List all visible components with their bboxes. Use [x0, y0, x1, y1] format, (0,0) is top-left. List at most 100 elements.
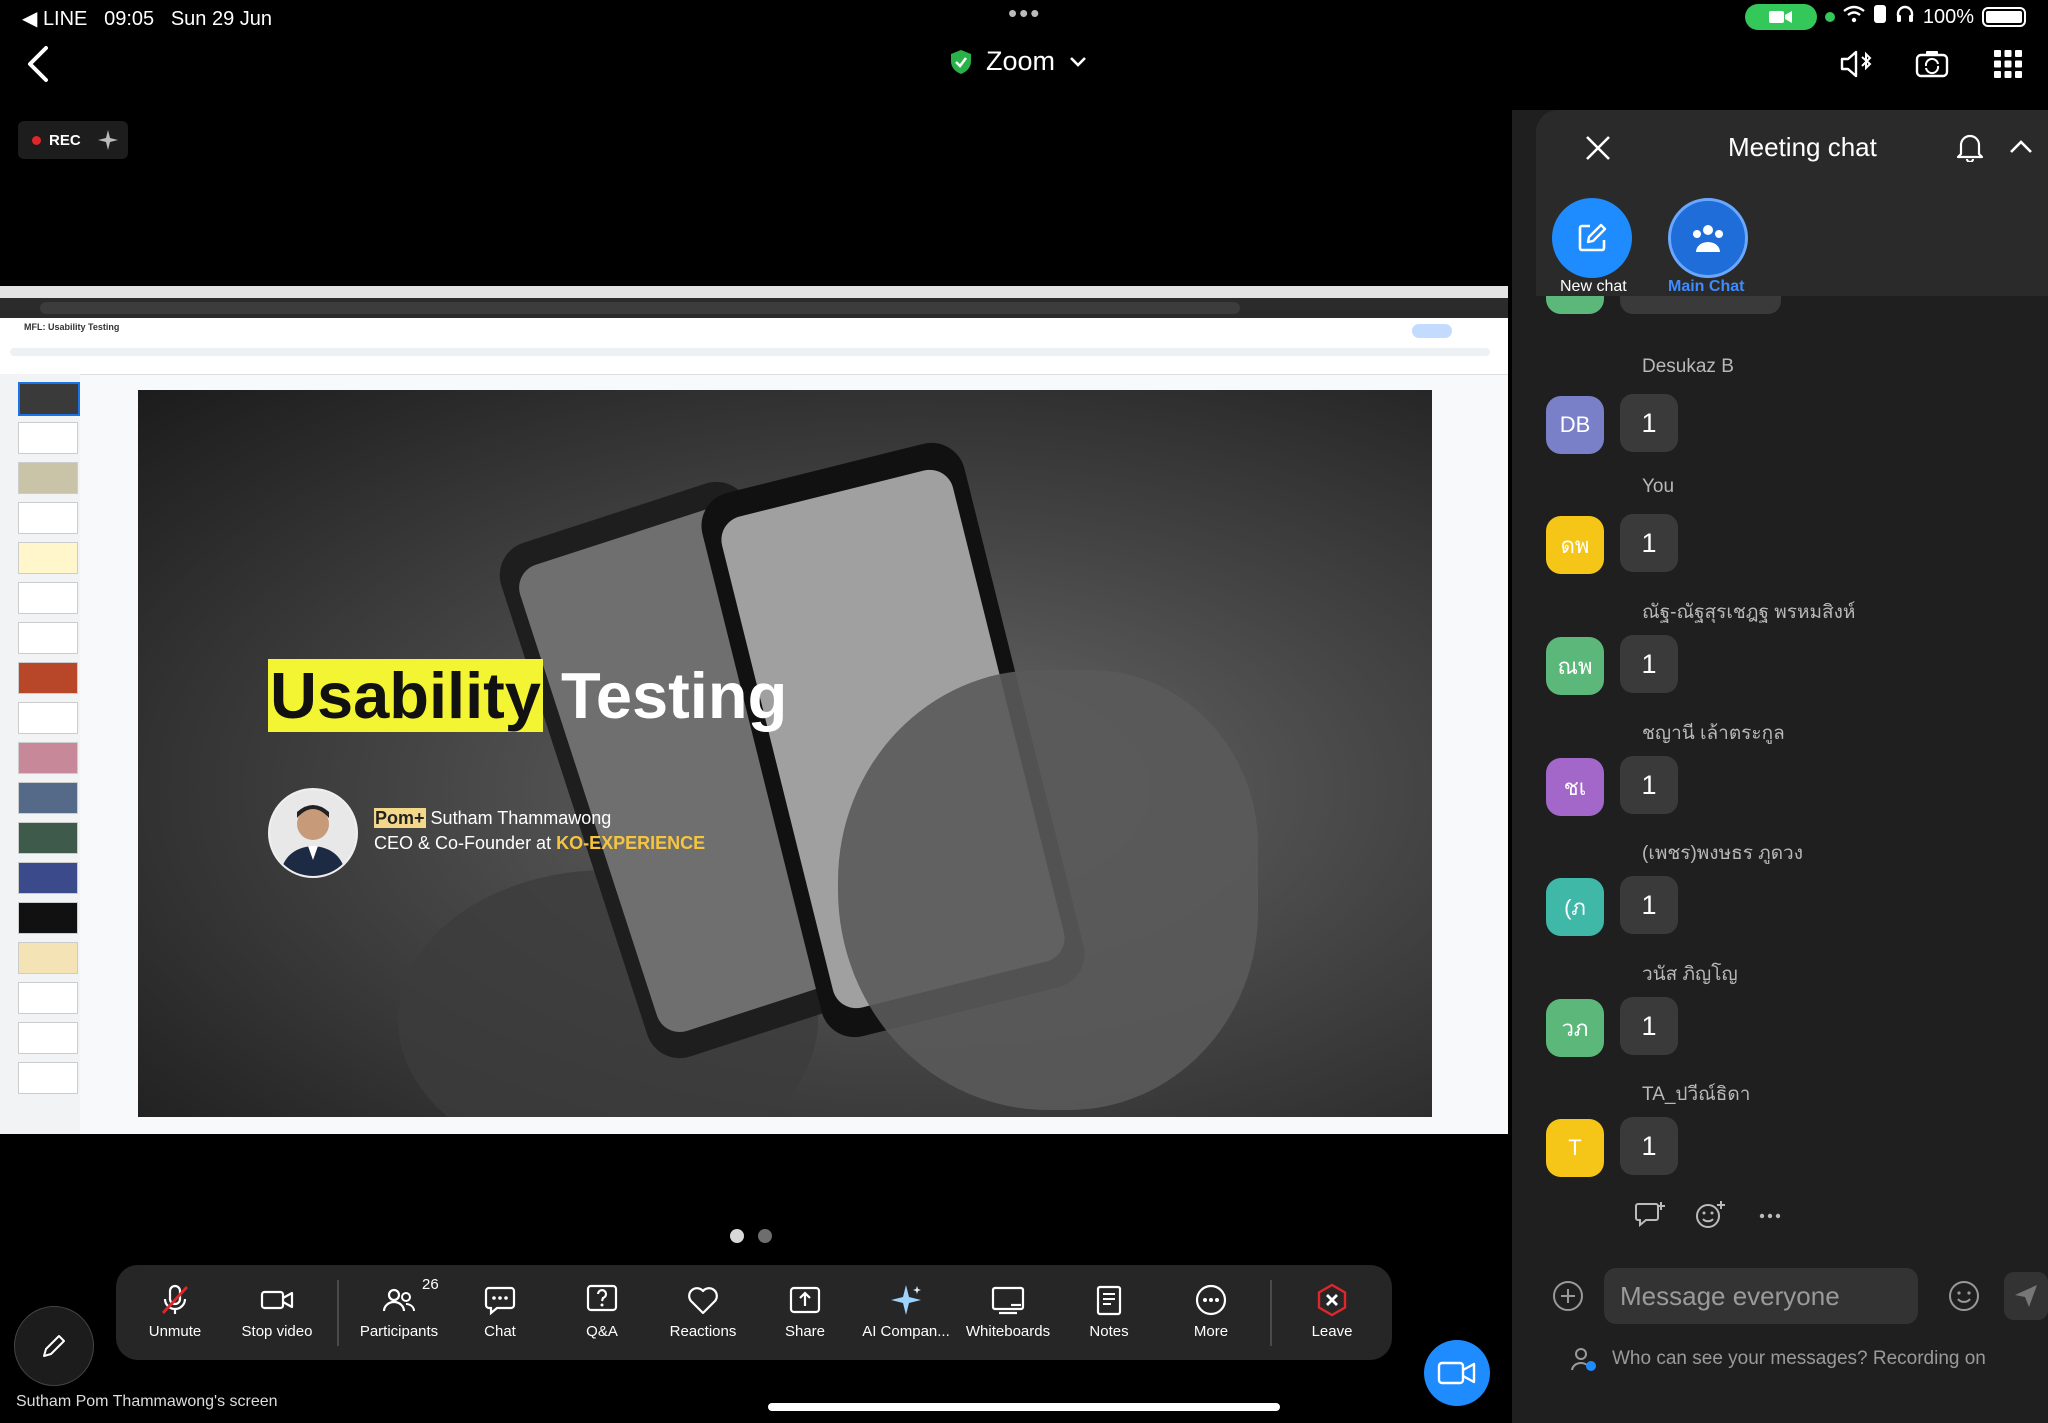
whiteboards-label: Whiteboards — [965, 1323, 1051, 1340]
ai-companion-label: AI Compan... — [862, 1323, 950, 1340]
meeting-toolbar: Unmute Stop video Participants 26 Chat Q… — [116, 1265, 1392, 1360]
main-chat-tab[interactable] — [1668, 198, 1748, 278]
message-bubble[interactable]: 1 — [1620, 876, 1678, 934]
status-left: ◀ LINE 09:05 Sun 29 Jun — [22, 6, 272, 31]
send-button[interactable] — [2004, 1272, 2048, 1320]
unmute-button[interactable]: Unmute — [125, 1283, 225, 1340]
chat-message: วนัส ภิญโญ วภ 1 — [1536, 959, 2048, 1079]
slide-thumbnail — [18, 742, 78, 774]
share-button — [1412, 324, 1452, 338]
carrier-label[interactable]: ◀ LINE — [22, 8, 87, 30]
sender-avatar: วภ — [1546, 999, 1604, 1057]
add-plus-icon[interactable] — [1552, 1280, 1584, 1312]
more-label: More — [1193, 1323, 1229, 1340]
message-bubble[interactable]: 1 — [1620, 394, 1678, 452]
qa-label: Q&A — [586, 1323, 618, 1340]
speaker-bluetooth-icon[interactable] — [1838, 46, 1874, 82]
chat-message: Desukaz B DB 1 — [1536, 356, 2048, 476]
more-button[interactable]: More — [1161, 1283, 1261, 1340]
chat-message: TA_ปวีณ์ธิดา T 1 — [1536, 1079, 2048, 1199]
visibility-note[interactable]: Who can see your messages? Recording on — [1570, 1345, 1986, 1373]
multitask-dots-icon[interactable]: ••• — [1008, 0, 1041, 29]
share-upload-icon — [789, 1286, 821, 1314]
chat-label: Chat — [484, 1323, 516, 1340]
chat-message: ณัฐ-ณัฐสุรเชฎฐ พรหมสิงห์ ณพ 1 — [1536, 597, 2048, 717]
annotate-pencil-button[interactable] — [14, 1306, 94, 1386]
notes-icon — [1096, 1285, 1122, 1316]
new-chat-label: New chat — [1560, 278, 1627, 295]
video-float-button[interactable] — [1424, 1340, 1490, 1406]
slide-thumbnail — [18, 822, 78, 854]
switch-camera-icon[interactable] — [1914, 46, 1950, 82]
slide-thumbnail — [18, 622, 78, 654]
ai-companion-button[interactable]: AI Compan... — [856, 1283, 956, 1340]
sender-avatar: ณพ — [1546, 296, 1604, 314]
slide-thumbnail — [18, 502, 78, 534]
qa-button[interactable]: Q&A — [552, 1283, 652, 1340]
reactions-button[interactable]: Reactions — [653, 1283, 753, 1340]
message-bubble[interactable]: 1 — [1620, 1117, 1678, 1175]
headphones-icon — [1895, 4, 1915, 30]
chat-bubble-icon — [484, 1286, 516, 1316]
page-dot[interactable] — [758, 1229, 772, 1243]
speaker-tag: Pom+ — [374, 808, 426, 828]
top-right-actions — [1838, 46, 2026, 82]
slide-thumbnail — [18, 462, 78, 494]
whiteboards-button[interactable]: Whiteboards — [958, 1283, 1058, 1340]
sender-avatar: ณพ — [1546, 637, 1604, 695]
leave-button[interactable]: Leave — [1282, 1283, 1382, 1340]
share-button[interactable]: Share — [755, 1283, 855, 1340]
meeting-title-dropdown[interactable]: Zoom — [950, 46, 1087, 77]
shield-check-icon — [951, 49, 971, 74]
chevron-up-icon[interactable] — [2008, 134, 2034, 160]
chat-message-list[interactable]: ณพ ชัดเจนครับ Desukaz B DB 1 You ดพ 1 ณั… — [1536, 296, 2048, 1316]
message-bubble[interactable]: 1 — [1620, 514, 1678, 572]
whiteboard-icon — [991, 1286, 1025, 1315]
chat-message: ชญานี เล้าตระกูล ชเ 1 — [1536, 718, 2048, 838]
stop-video-button[interactable]: Stop video — [227, 1283, 327, 1340]
more-horizontal-icon[interactable] — [1754, 1200, 1786, 1230]
chat-title: Meeting chat — [1728, 132, 1877, 162]
slides-toolbar-strip — [10, 348, 1490, 356]
home-indicator[interactable] — [768, 1403, 1280, 1411]
bell-icon[interactable] — [1956, 132, 1984, 162]
page-indicator[interactable] — [730, 1229, 772, 1243]
message-input[interactable] — [1604, 1268, 1918, 1324]
speaker-name: Sutham Thammawong — [430, 808, 612, 828]
chat-button[interactable]: Chat — [450, 1283, 550, 1340]
apps-grid-icon[interactable] — [1990, 46, 2026, 82]
reply-thread-icon[interactable] — [1634, 1200, 1666, 1230]
notes-label: Notes — [1089, 1323, 1129, 1340]
battery-percent: 100% — [1922, 5, 1974, 28]
browser-url-bar — [40, 302, 1240, 314]
sender-name: TA_ปวีณ์ธิดา — [1642, 1084, 1751, 1105]
chat-input-row — [1552, 1268, 2048, 1324]
emoji-icon[interactable] — [1948, 1280, 1980, 1312]
add-reaction-icon[interactable] — [1694, 1200, 1726, 1230]
message-bubble[interactable]: 1 — [1620, 635, 1678, 693]
camera-indicator-icon — [1744, 4, 1817, 30]
participants-icon — [382, 1288, 415, 1312]
slide-thumbnail — [18, 982, 78, 1014]
close-icon[interactable] — [1584, 134, 1612, 162]
message-bubble[interactable]: 1 — [1620, 756, 1678, 814]
share-label: Share — [784, 1323, 826, 1340]
slide-thumbnail — [18, 582, 78, 614]
notes-button[interactable]: Notes — [1059, 1283, 1159, 1340]
slide-photo-hand — [838, 670, 1258, 1110]
status-right: 100% — [1744, 4, 2026, 30]
message-bubble[interactable]: ชัดเจนครับ — [1620, 296, 1782, 314]
chat-header: Meeting chat — [1536, 110, 2048, 186]
status-time: 09:05 — [104, 8, 155, 30]
recording-badge[interactable]: REC — [18, 121, 128, 159]
sender-avatar: T — [1546, 1119, 1604, 1177]
back-chevron-icon[interactable] — [22, 44, 56, 84]
message-bubble[interactable]: 1 — [1620, 997, 1678, 1055]
page-dot-active[interactable] — [730, 1229, 744, 1243]
doc-title: MFL: Usability Testing — [24, 322, 120, 332]
new-chat-button[interactable] — [1552, 198, 1632, 278]
speaker-company: KO-EXPERIENCE — [556, 833, 706, 853]
group-paw-icon — [1693, 225, 1723, 252]
mic-dot-icon — [1824, 12, 1835, 22]
shared-screen[interactable]: MFL: Usability Testing Usability Testing — [0, 286, 1508, 1134]
